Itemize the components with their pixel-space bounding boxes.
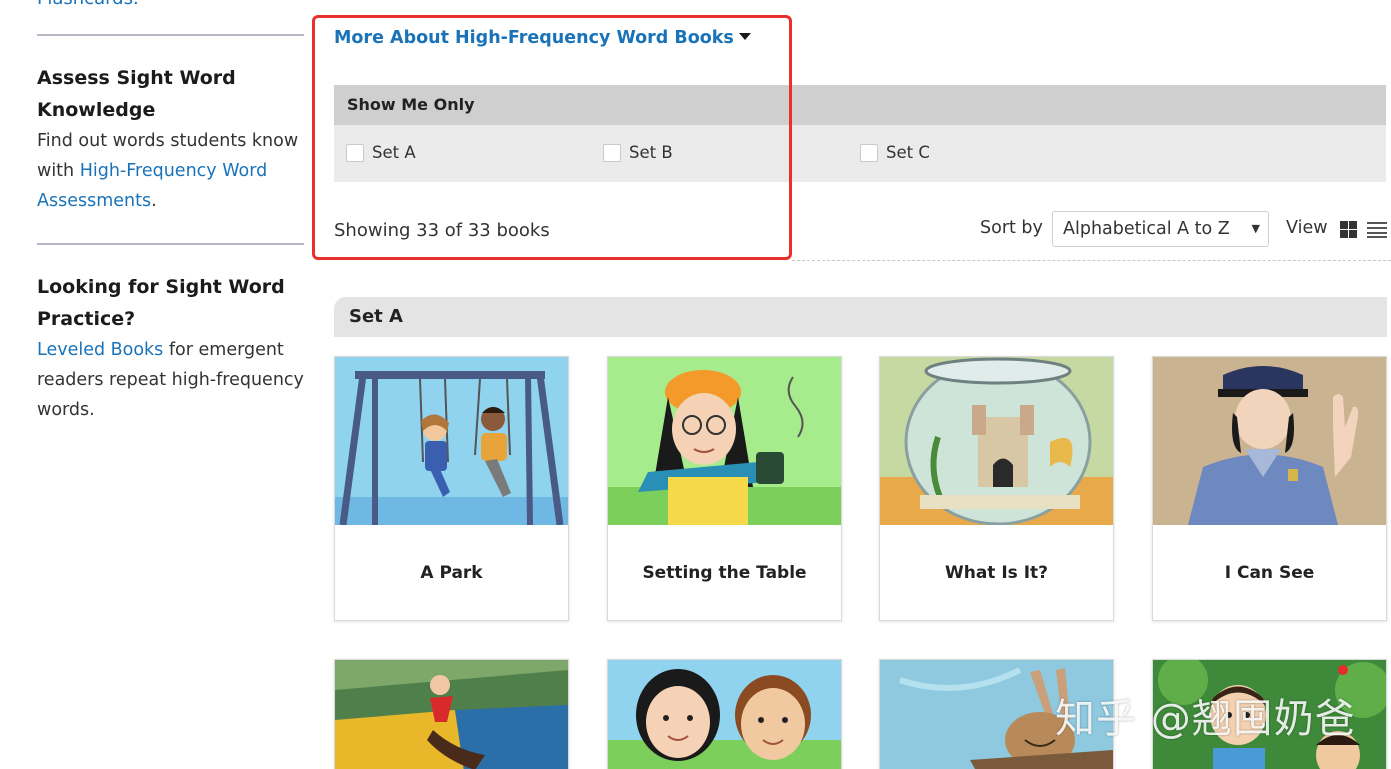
set-c-checkbox[interactable] bbox=[860, 143, 878, 162]
view-label: View bbox=[1286, 218, 1328, 238]
book-card[interactable] bbox=[607, 659, 842, 769]
practice-section: Looking for Sight Word Practice? Leveled… bbox=[37, 271, 307, 425]
set-a-checkbox[interactable] bbox=[346, 143, 364, 162]
grid-view-icon[interactable] bbox=[1340, 221, 1357, 238]
set-a-header: Set A bbox=[334, 297, 1387, 337]
assess-heading: Assess Sight Word Knowledge bbox=[37, 67, 236, 121]
book-card-setting-the-table[interactable]: Setting the Table bbox=[607, 356, 842, 621]
fishbowl-castle-illustration bbox=[880, 357, 1113, 525]
police-officer-illustration bbox=[1153, 357, 1386, 525]
practice-heading: Looking for Sight Word Practice? bbox=[37, 276, 285, 330]
sidebar-flashcards-link[interactable]: Flashcards. bbox=[37, 0, 139, 9]
book-card[interactable] bbox=[334, 659, 569, 769]
assess-text: Find out words students know with High-F… bbox=[37, 126, 307, 216]
book-title: I Can See bbox=[1224, 562, 1315, 583]
watermark-text: 知乎 @翘囤奶爸 bbox=[1055, 696, 1356, 742]
sort-label: Sort by bbox=[980, 218, 1043, 238]
runner-illustration bbox=[335, 660, 568, 769]
swing-illustration bbox=[335, 357, 568, 525]
sort-select[interactable]: Alphabetical A to Z ▼ bbox=[1052, 211, 1269, 247]
filter-title: Show Me Only bbox=[334, 85, 1386, 125]
more-about-label: More About High-Frequency Word Books bbox=[334, 28, 734, 48]
assess-section: Assess Sight Word Knowledge Find out wor… bbox=[37, 62, 307, 216]
book-title: A Park bbox=[420, 562, 483, 583]
book-card-i-can-see[interactable]: I Can See bbox=[1152, 356, 1387, 621]
practice-text: Leveled Books for emergent readers repea… bbox=[37, 335, 307, 425]
filter-panel: Show Me Only Set A Set B Set C bbox=[334, 85, 1386, 182]
sidebar-divider bbox=[37, 34, 304, 36]
filter-set-a[interactable]: Set A bbox=[346, 143, 416, 162]
book-card-what-is-it[interactable]: What Is It? bbox=[879, 356, 1114, 621]
results-count: Showing 33 of 33 books bbox=[334, 220, 550, 241]
book-card-a-park[interactable]: A Park bbox=[334, 356, 569, 621]
list-view-icon[interactable] bbox=[1367, 221, 1387, 238]
set-c-label: Set C bbox=[886, 143, 930, 162]
dotted-divider bbox=[792, 260, 1391, 261]
filter-set-c[interactable]: Set C bbox=[860, 143, 930, 162]
select-arrow-icon: ▼ bbox=[1251, 222, 1260, 235]
book-title: What Is It? bbox=[944, 562, 1049, 583]
book-title: Setting the Table bbox=[642, 562, 807, 583]
caret-down-icon bbox=[738, 32, 751, 40]
set-a-label: Set A bbox=[372, 143, 416, 162]
leveled-books-link[interactable]: Leveled Books bbox=[37, 340, 163, 360]
set-b-checkbox[interactable] bbox=[603, 143, 621, 162]
two-children-illustration bbox=[608, 660, 841, 769]
assess-text-after: . bbox=[151, 191, 157, 211]
set-b-label: Set B bbox=[629, 143, 673, 162]
more-about-toggle[interactable]: More About High-Frequency Word Books bbox=[334, 28, 751, 48]
girl-with-mug-illustration bbox=[608, 357, 841, 525]
sidebar-divider bbox=[37, 243, 304, 245]
filter-set-b[interactable]: Set B bbox=[603, 143, 673, 162]
sort-value: Alphabetical A to Z bbox=[1063, 219, 1230, 239]
